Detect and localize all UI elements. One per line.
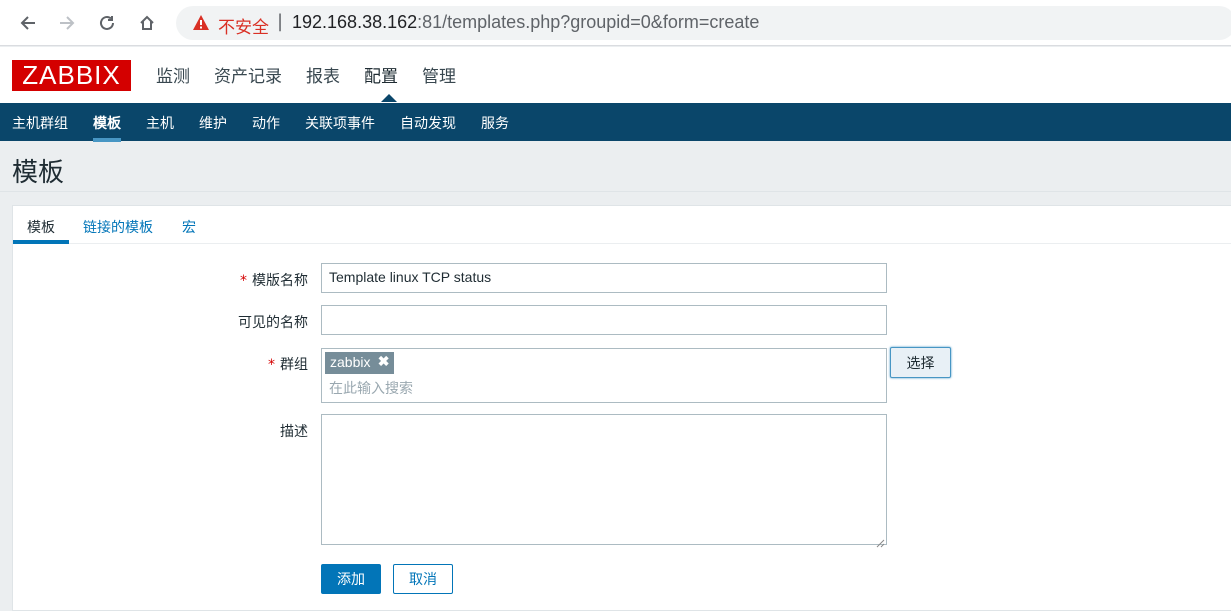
submenu-services[interactable]: 服务 [481, 113, 509, 133]
template-name-label-text: 模版名称 [252, 273, 308, 289]
template-form-panel: 模板 链接的模板 宏 * 模版名称 Template linux TCP stat… [12, 205, 1231, 611]
menu-monitoring[interactable]: 监测 [156, 62, 190, 87]
url-path: /templates.php?groupid=0&form=create [442, 12, 760, 32]
visible-name-label: 可见的名称 [238, 315, 308, 331]
insecure-label[interactable]: 不安全 [218, 13, 269, 38]
active-tab-indicator [13, 240, 69, 244]
browser-toolbar: 不安全 | 192.168.38.162:81/templates.php?gr… [0, 0, 1231, 46]
tab-template[interactable]: 模板 [27, 217, 55, 237]
required-mark: * [268, 357, 275, 373]
submenu-discovery[interactable]: 自动发现 [400, 113, 456, 133]
menu-inventory[interactable]: 资产记录 [214, 62, 282, 87]
url-port: :81 [417, 12, 443, 32]
cancel-button[interactable]: 取消 [393, 564, 453, 594]
visible-name-input[interactable] [321, 305, 887, 335]
title-divider [0, 191, 1231, 192]
sub-menu: 主机群组 模板 主机 维护 动作 关联项事件 自动发现 服务 [0, 103, 1231, 142]
tab-macros[interactable]: 宏 [182, 217, 196, 237]
forward-icon[interactable] [53, 9, 81, 37]
menu-reports[interactable]: 报表 [306, 62, 340, 87]
back-icon[interactable] [14, 9, 42, 37]
reload-icon[interactable] [93, 9, 121, 37]
description-textarea[interactable] [321, 414, 887, 548]
required-mark: * [240, 273, 247, 289]
active-menu-caret [381, 94, 397, 102]
address-separator: | [277, 11, 284, 32]
address-bar[interactable]: 不安全 | 192.168.38.162:81/templates.php?gr… [176, 6, 1231, 40]
group-chip-label: zabbix [330, 354, 371, 370]
submenu-hosts[interactable]: 主机 [146, 113, 174, 133]
add-button[interactable]: 添加 [321, 564, 381, 594]
groups-multiselect[interactable]: zabbix ✖ 在此输入搜索 [321, 348, 887, 403]
menu-configuration[interactable]: 配置 [364, 62, 398, 87]
submenu-host-groups[interactable]: 主机群组 [12, 113, 68, 133]
main-menu: 监测 资产记录 报表 配置 管理 [156, 62, 480, 87]
description-label: 描述 [280, 424, 308, 440]
app-header: ZABBIX 监测 资产记录 报表 配置 管理 [0, 47, 1231, 103]
chip-remove-icon[interactable]: ✖ [378, 353, 390, 370]
groups-label-text: 群组 [280, 357, 308, 373]
submenu-actions[interactable]: 动作 [252, 113, 280, 133]
template-name-input[interactable]: Template linux TCP status [321, 263, 887, 293]
group-chip: zabbix ✖ [325, 352, 395, 374]
submenu-templates[interactable]: 模板 [93, 113, 121, 142]
home-icon[interactable] [133, 9, 161, 37]
tab-linked-templates[interactable]: 链接的模板 [83, 217, 153, 237]
warning-icon[interactable] [192, 14, 210, 35]
groups-search-input[interactable]: 在此输入搜索 [329, 378, 413, 398]
zabbix-logo[interactable]: ZABBIX [12, 60, 131, 91]
menu-administration[interactable]: 管理 [422, 62, 456, 87]
groups-label: * 群组 [108, 354, 308, 374]
form-tabs: 模板 链接的模板 宏 [13, 206, 1231, 244]
page-title: 模板 [12, 158, 65, 188]
select-groups-button[interactable]: 选择 [890, 347, 951, 378]
submenu-maintenance[interactable]: 维护 [199, 113, 227, 133]
url-text[interactable]: 192.168.38.162:81/templates.php?groupid=… [292, 12, 759, 33]
submenu-event-correlation[interactable]: 关联项事件 [305, 113, 375, 133]
url-host: 192.168.38.162 [292, 12, 418, 32]
template-name-label: * 模版名称 [108, 270, 308, 290]
resize-handle-icon[interactable] [875, 533, 885, 548]
